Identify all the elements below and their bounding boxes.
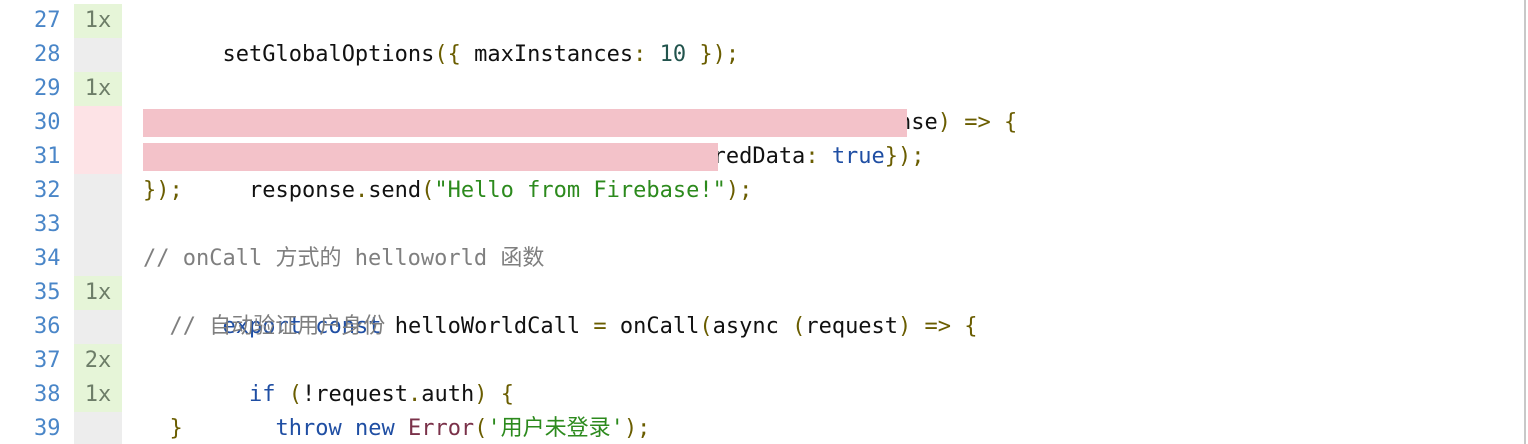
line-number[interactable]: 35	[0, 276, 74, 310]
line-number[interactable]: 38	[0, 378, 74, 412]
line-number[interactable]: 31	[0, 140, 74, 174]
hit-count: 1x	[74, 378, 122, 412]
line-number[interactable]: 36	[0, 310, 74, 344]
coverage-code-view: 27 1x setGlobalOptions({ maxInstances: 1…	[0, 0, 1526, 444]
code-line: 32 });	[0, 174, 1524, 208]
code-text: if (!request.auth) {	[248, 381, 514, 407]
code-line: 36 // 自动验证用户身份	[0, 310, 1524, 344]
code-line: 33	[0, 208, 1524, 242]
line-number[interactable]: 34	[0, 242, 74, 276]
hit-count	[74, 38, 122, 72]
hit-count	[74, 310, 122, 344]
hit-count	[74, 174, 122, 208]
line-number[interactable]: 37	[0, 344, 74, 378]
code-line: 30 logger.info("Hello logs!", {structure…	[0, 106, 1524, 169]
code-text: setGlobalOptions({ maxInstances: 10 });	[222, 41, 740, 67]
hit-count: 1x	[74, 4, 122, 38]
hit-count	[74, 412, 122, 444]
code-line: 28	[0, 38, 1524, 72]
hit-count	[74, 140, 122, 174]
code-comment: // 自动验证用户身份	[143, 314, 386, 339]
hit-count: 1x	[74, 276, 122, 310]
code-text: throw new Error('用户未登录');	[275, 415, 651, 441]
code-text: export const helloWorld = onRequest((req…	[143, 72, 1017, 135]
code-text: });	[143, 178, 183, 203]
line-number[interactable]: 29	[0, 72, 74, 106]
code-comment: // onCall 方式的 helloworld 函数	[143, 246, 545, 271]
code-line: 34 // onCall 方式的 helloworld 函数	[0, 242, 1524, 276]
hit-count: 2x	[74, 344, 122, 378]
code-line: 31 response.send("Hello from Firebase!")…	[0, 140, 1524, 203]
code-text: logger.info("Hello logs!", {structuredDa…	[249, 143, 925, 169]
hit-count: 1x	[74, 72, 122, 106]
line-number[interactable]: 27	[0, 4, 74, 38]
code-text: }	[169, 416, 183, 441]
code-line: 37 2x if (!request.auth) {	[0, 344, 1524, 407]
code-line: 35 1x export const helloWorldCall = onCa…	[0, 276, 1524, 339]
line-number[interactable]: 30	[0, 106, 74, 140]
line-number[interactable]: 39	[0, 412, 74, 444]
code-line: 29 1x export const helloWorld = onReques…	[0, 72, 1524, 135]
line-number[interactable]: 33	[0, 208, 74, 242]
hit-count	[74, 208, 122, 242]
line-number[interactable]: 32	[0, 174, 74, 208]
code-line: 39 }	[0, 412, 1524, 444]
hit-count	[74, 106, 122, 140]
code-line: 38 1x throw new Error('用户未登录');	[0, 378, 1524, 441]
code-line: 27 1x setGlobalOptions({ maxInstances: 1…	[0, 4, 1524, 67]
code-text: response.send("Hello from Firebase!");	[222, 177, 753, 203]
line-number[interactable]: 28	[0, 38, 74, 72]
hit-count	[74, 242, 122, 276]
code-text: export const helloWorldCall = onCall(asy…	[222, 313, 978, 339]
